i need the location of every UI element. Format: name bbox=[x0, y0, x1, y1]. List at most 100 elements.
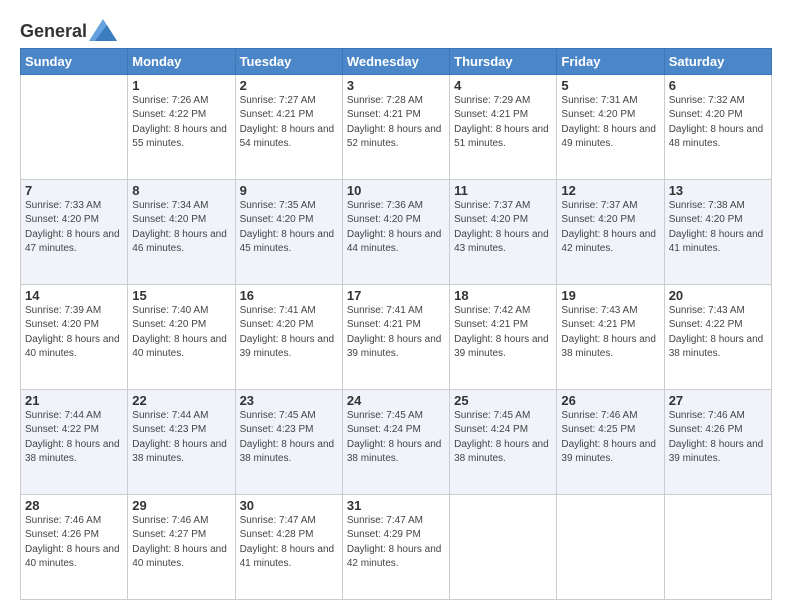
calendar-cell: 19Sunrise: 7:43 AMSunset: 4:21 PMDayligh… bbox=[557, 284, 664, 389]
calendar-cell: 29Sunrise: 7:46 AMSunset: 4:27 PMDayligh… bbox=[128, 494, 235, 599]
day-number: 13 bbox=[669, 183, 767, 198]
calendar-cell: 13Sunrise: 7:38 AMSunset: 4:20 PMDayligh… bbox=[664, 179, 771, 284]
day-number: 10 bbox=[347, 183, 445, 198]
calendar-header-monday: Monday bbox=[128, 48, 235, 74]
calendar-header-tuesday: Tuesday bbox=[235, 48, 342, 74]
day-info: Sunrise: 7:36 AMSunset: 4:20 PMDaylight:… bbox=[347, 199, 445, 257]
day-number: 7 bbox=[25, 183, 123, 198]
calendar-header-saturday: Saturday bbox=[664, 48, 771, 74]
day-number: 25 bbox=[454, 393, 552, 408]
day-number: 6 bbox=[669, 78, 767, 93]
calendar-header-sunday: Sunday bbox=[21, 48, 128, 74]
calendar-week-row: 1Sunrise: 7:26 AMSunset: 4:22 PMDaylight… bbox=[21, 74, 772, 179]
day-info: Sunrise: 7:29 AMSunset: 4:21 PMDaylight:… bbox=[454, 94, 552, 152]
day-number: 22 bbox=[132, 393, 230, 408]
calendar-cell: 12Sunrise: 7:37 AMSunset: 4:20 PMDayligh… bbox=[557, 179, 664, 284]
day-info: Sunrise: 7:44 AMSunset: 4:23 PMDaylight:… bbox=[132, 409, 230, 467]
day-number: 23 bbox=[240, 393, 338, 408]
day-info: Sunrise: 7:34 AMSunset: 4:20 PMDaylight:… bbox=[132, 199, 230, 257]
day-info: Sunrise: 7:42 AMSunset: 4:21 PMDaylight:… bbox=[454, 304, 552, 362]
day-number: 15 bbox=[132, 288, 230, 303]
calendar-week-row: 7Sunrise: 7:33 AMSunset: 4:20 PMDaylight… bbox=[21, 179, 772, 284]
calendar-header-thursday: Thursday bbox=[450, 48, 557, 74]
calendar-table: SundayMondayTuesdayWednesdayThursdayFrid… bbox=[20, 48, 772, 600]
calendar-cell: 15Sunrise: 7:40 AMSunset: 4:20 PMDayligh… bbox=[128, 284, 235, 389]
calendar-cell: 3Sunrise: 7:28 AMSunset: 4:21 PMDaylight… bbox=[342, 74, 449, 179]
calendar-cell: 17Sunrise: 7:41 AMSunset: 4:21 PMDayligh… bbox=[342, 284, 449, 389]
day-info: Sunrise: 7:33 AMSunset: 4:20 PMDaylight:… bbox=[25, 199, 123, 257]
calendar-cell: 5Sunrise: 7:31 AMSunset: 4:20 PMDaylight… bbox=[557, 74, 664, 179]
day-number: 27 bbox=[669, 393, 767, 408]
calendar-week-row: 21Sunrise: 7:44 AMSunset: 4:22 PMDayligh… bbox=[21, 389, 772, 494]
calendar-cell: 25Sunrise: 7:45 AMSunset: 4:24 PMDayligh… bbox=[450, 389, 557, 494]
calendar-header-row: SundayMondayTuesdayWednesdayThursdayFrid… bbox=[21, 48, 772, 74]
calendar-cell: 7Sunrise: 7:33 AMSunset: 4:20 PMDaylight… bbox=[21, 179, 128, 284]
day-info: Sunrise: 7:35 AMSunset: 4:20 PMDaylight:… bbox=[240, 199, 338, 257]
logo-text: General bbox=[20, 22, 87, 42]
calendar-header-wednesday: Wednesday bbox=[342, 48, 449, 74]
day-number: 29 bbox=[132, 498, 230, 513]
day-info: Sunrise: 7:45 AMSunset: 4:24 PMDaylight:… bbox=[454, 409, 552, 467]
page: General SundayMondayTuesdayWednesdayThur… bbox=[0, 0, 792, 612]
calendar-cell: 21Sunrise: 7:44 AMSunset: 4:22 PMDayligh… bbox=[21, 389, 128, 494]
calendar-cell bbox=[450, 494, 557, 599]
day-info: Sunrise: 7:40 AMSunset: 4:20 PMDaylight:… bbox=[132, 304, 230, 362]
day-number: 2 bbox=[240, 78, 338, 93]
day-info: Sunrise: 7:38 AMSunset: 4:20 PMDaylight:… bbox=[669, 199, 767, 257]
calendar-cell: 28Sunrise: 7:46 AMSunset: 4:26 PMDayligh… bbox=[21, 494, 128, 599]
day-number: 24 bbox=[347, 393, 445, 408]
logo-icon bbox=[89, 19, 117, 41]
day-info: Sunrise: 7:47 AMSunset: 4:29 PMDaylight:… bbox=[347, 514, 445, 572]
calendar-cell: 20Sunrise: 7:43 AMSunset: 4:22 PMDayligh… bbox=[664, 284, 771, 389]
calendar-cell: 26Sunrise: 7:46 AMSunset: 4:25 PMDayligh… bbox=[557, 389, 664, 494]
day-info: Sunrise: 7:44 AMSunset: 4:22 PMDaylight:… bbox=[25, 409, 123, 467]
calendar-cell: 9Sunrise: 7:35 AMSunset: 4:20 PMDaylight… bbox=[235, 179, 342, 284]
day-info: Sunrise: 7:41 AMSunset: 4:21 PMDaylight:… bbox=[347, 304, 445, 362]
day-number: 8 bbox=[132, 183, 230, 198]
day-info: Sunrise: 7:43 AMSunset: 4:22 PMDaylight:… bbox=[669, 304, 767, 362]
calendar-cell: 11Sunrise: 7:37 AMSunset: 4:20 PMDayligh… bbox=[450, 179, 557, 284]
calendar-header-friday: Friday bbox=[557, 48, 664, 74]
day-info: Sunrise: 7:32 AMSunset: 4:20 PMDaylight:… bbox=[669, 94, 767, 152]
calendar-cell: 1Sunrise: 7:26 AMSunset: 4:22 PMDaylight… bbox=[128, 74, 235, 179]
day-number: 11 bbox=[454, 183, 552, 198]
day-number: 14 bbox=[25, 288, 123, 303]
day-info: Sunrise: 7:45 AMSunset: 4:23 PMDaylight:… bbox=[240, 409, 338, 467]
day-info: Sunrise: 7:31 AMSunset: 4:20 PMDaylight:… bbox=[561, 94, 659, 152]
calendar-cell: 22Sunrise: 7:44 AMSunset: 4:23 PMDayligh… bbox=[128, 389, 235, 494]
day-info: Sunrise: 7:46 AMSunset: 4:27 PMDaylight:… bbox=[132, 514, 230, 572]
day-info: Sunrise: 7:37 AMSunset: 4:20 PMDaylight:… bbox=[454, 199, 552, 257]
header: General bbox=[20, 18, 772, 42]
calendar-cell bbox=[664, 494, 771, 599]
day-info: Sunrise: 7:26 AMSunset: 4:22 PMDaylight:… bbox=[132, 94, 230, 152]
calendar-cell: 23Sunrise: 7:45 AMSunset: 4:23 PMDayligh… bbox=[235, 389, 342, 494]
calendar-week-row: 28Sunrise: 7:46 AMSunset: 4:26 PMDayligh… bbox=[21, 494, 772, 599]
day-number: 4 bbox=[454, 78, 552, 93]
calendar-cell: 4Sunrise: 7:29 AMSunset: 4:21 PMDaylight… bbox=[450, 74, 557, 179]
day-info: Sunrise: 7:43 AMSunset: 4:21 PMDaylight:… bbox=[561, 304, 659, 362]
calendar-cell: 10Sunrise: 7:36 AMSunset: 4:20 PMDayligh… bbox=[342, 179, 449, 284]
day-number: 31 bbox=[347, 498, 445, 513]
day-info: Sunrise: 7:27 AMSunset: 4:21 PMDaylight:… bbox=[240, 94, 338, 152]
day-number: 19 bbox=[561, 288, 659, 303]
calendar-cell: 2Sunrise: 7:27 AMSunset: 4:21 PMDaylight… bbox=[235, 74, 342, 179]
day-info: Sunrise: 7:41 AMSunset: 4:20 PMDaylight:… bbox=[240, 304, 338, 362]
calendar-cell bbox=[21, 74, 128, 179]
day-number: 20 bbox=[669, 288, 767, 303]
day-number: 16 bbox=[240, 288, 338, 303]
day-number: 28 bbox=[25, 498, 123, 513]
calendar-cell: 24Sunrise: 7:45 AMSunset: 4:24 PMDayligh… bbox=[342, 389, 449, 494]
calendar-cell: 30Sunrise: 7:47 AMSunset: 4:28 PMDayligh… bbox=[235, 494, 342, 599]
day-number: 18 bbox=[454, 288, 552, 303]
day-info: Sunrise: 7:46 AMSunset: 4:26 PMDaylight:… bbox=[25, 514, 123, 572]
day-number: 3 bbox=[347, 78, 445, 93]
day-info: Sunrise: 7:46 AMSunset: 4:25 PMDaylight:… bbox=[561, 409, 659, 467]
calendar-cell: 8Sunrise: 7:34 AMSunset: 4:20 PMDaylight… bbox=[128, 179, 235, 284]
day-info: Sunrise: 7:47 AMSunset: 4:28 PMDaylight:… bbox=[240, 514, 338, 572]
day-number: 5 bbox=[561, 78, 659, 93]
logo: General bbox=[20, 22, 117, 42]
day-number: 12 bbox=[561, 183, 659, 198]
calendar-cell bbox=[557, 494, 664, 599]
day-number: 1 bbox=[132, 78, 230, 93]
calendar-cell: 16Sunrise: 7:41 AMSunset: 4:20 PMDayligh… bbox=[235, 284, 342, 389]
